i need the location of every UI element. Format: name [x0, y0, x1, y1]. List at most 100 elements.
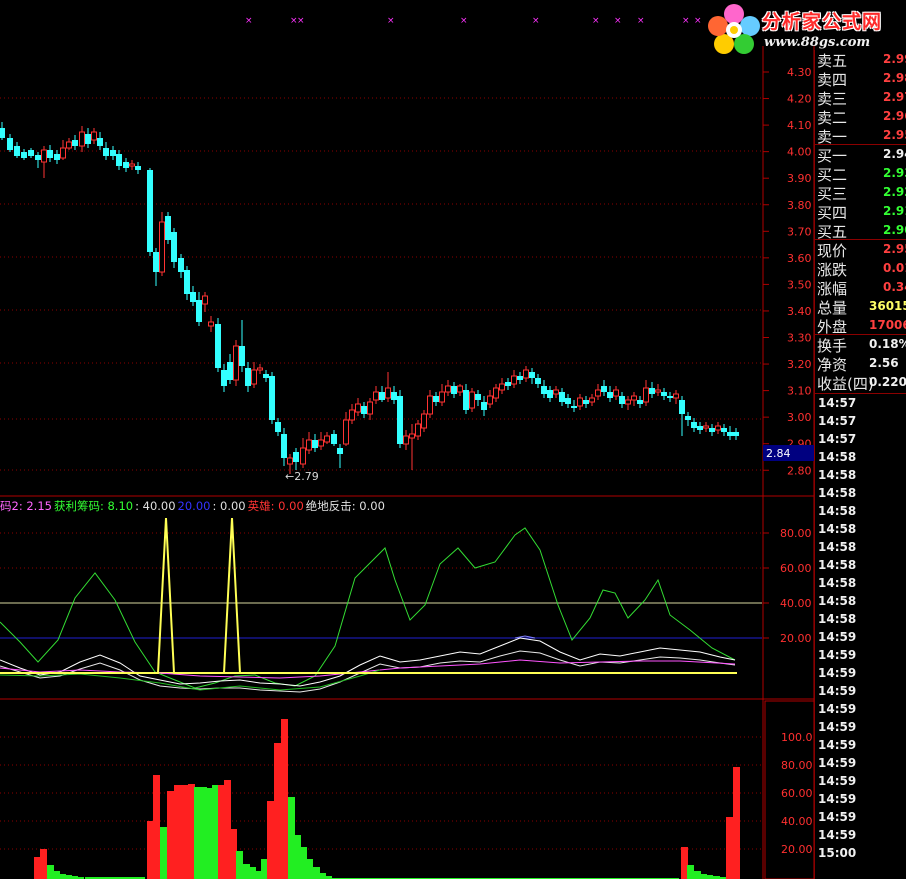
volume-bar [706, 875, 713, 879]
tick-time: 14:58 [818, 612, 857, 626]
volume-axis-label: 40.00 [781, 815, 813, 828]
panel-separator [815, 393, 906, 394]
price-axis-label: 3.40 [787, 305, 812, 318]
volume-bar [174, 785, 181, 879]
quote-row: 卖三 2.97 [815, 88, 906, 108]
tick-time: 14:59 [818, 756, 857, 770]
tick-time: 14:58 [818, 558, 857, 572]
volume-bar [181, 785, 188, 879]
current-price-tag: 2.84 [766, 447, 791, 460]
volume-bar [34, 857, 41, 879]
candle-body-up [202, 295, 208, 305]
candle-body-up [41, 149, 47, 163]
candle-body-up [673, 393, 679, 399]
candle-body-up [385, 387, 391, 399]
quote-label: 净资 [817, 356, 848, 374]
tick-time: 14:59 [818, 810, 857, 824]
candle-body-up [306, 439, 312, 451]
candle-body-down [517, 376, 523, 380]
indicator-axis-label: 20.00 [780, 632, 812, 645]
quote-row: 卖一2.95 [815, 126, 906, 146]
quote-value: 2.56 [869, 356, 899, 370]
candle-body-down [601, 386, 607, 392]
quote-value: 2.95 [883, 128, 906, 142]
candle-body-down [275, 422, 281, 432]
candle-body-up [66, 141, 72, 149]
candle-body-up [233, 345, 239, 381]
tick-time: 14:59 [818, 774, 857, 788]
tick-time: 14:59 [818, 828, 857, 842]
logo-text: 分析家公式网 [762, 11, 883, 33]
quote-row: 涨跌 0.01 [815, 259, 906, 279]
volume-bar [687, 865, 694, 879]
quote-label: 现价 [817, 242, 848, 260]
candle-body-up [439, 391, 445, 403]
tick-time: 14:58 [818, 450, 857, 464]
candle-body-up [300, 447, 306, 465]
tick-row: 14:58 [815, 522, 906, 540]
quote-label: 卖五 [817, 52, 848, 70]
price-axis-label: 4.20 [787, 93, 812, 106]
indicator-lines [0, 517, 762, 693]
volume-bar [230, 829, 237, 879]
signal-marker: × [297, 16, 305, 26]
tick-row: 15:00 [815, 846, 906, 864]
candle-body-down [679, 400, 685, 414]
volume-bar [40, 849, 47, 879]
tick-time: 14:58 [818, 504, 857, 518]
quote-row: 涨幅 0.34% [815, 278, 906, 298]
candle-body-down [153, 252, 159, 272]
candle-body-up [79, 131, 85, 147]
tick-time: 14:58 [818, 522, 857, 536]
candle-body-down [147, 170, 153, 252]
quote-row: 卖四 2.98 [815, 69, 906, 89]
legend-item: 绝地反击: 0.00 [305, 499, 385, 513]
volume-axis-label: 20.00 [781, 843, 813, 856]
quote-row: 卖二 2.96 [815, 107, 906, 127]
volume-axis: 100.0 80.00 60.00 40.00 20.00 [781, 731, 813, 856]
volume-bar [300, 847, 307, 879]
tick-row: 14:59 [815, 648, 906, 666]
quote-label: 卖三 [817, 90, 848, 108]
candle-body-up [60, 147, 66, 159]
signal-markers: × × × × × × × × × × × [245, 16, 702, 26]
candle-body-up [349, 409, 355, 421]
candle-body-down [54, 154, 60, 160]
candle-body-up [715, 425, 721, 431]
tick-row: 14:58 [815, 468, 906, 486]
stock-chart: × × × × × × × × × × × 4.304.204.104.003.903.803.70… [0, 16, 815, 879]
volume-bar [249, 867, 256, 879]
signal-marker: × [637, 16, 645, 26]
tick-row: 14:58 [815, 540, 906, 558]
candle-body-up [403, 435, 409, 445]
quote-value: 0.18% [869, 337, 906, 351]
tick-row: 14:59 [815, 720, 906, 738]
legend-item: : 40.00 [135, 499, 176, 513]
quote-label: 卖四 [817, 71, 848, 89]
signal-marker: × [387, 16, 395, 26]
quote-value: 2.90 [883, 223, 906, 237]
candle-body-down [135, 166, 141, 170]
volume-bar [313, 867, 320, 879]
candle-body-down [221, 370, 227, 386]
volume-bar [218, 785, 225, 879]
volume-bar [267, 801, 274, 879]
candle-body-down [397, 396, 403, 444]
candle-body-down [103, 148, 109, 156]
tick-time: 14:58 [818, 540, 857, 554]
quote-label: 买四 [817, 204, 848, 222]
tick-row: 14:59 [815, 774, 906, 792]
quote-row: 收益(四) 0.220 [815, 373, 906, 393]
volume-bar [694, 871, 701, 879]
tick-row: 14:57 [815, 432, 906, 450]
quote-label: 换手 [817, 337, 848, 355]
tick-time: 14:58 [818, 594, 857, 608]
quote-label: 买三 [817, 185, 848, 203]
quote-value: 2.91 [883, 204, 906, 218]
candle-body-up [251, 369, 257, 385]
quote-value: 2.95 [883, 242, 906, 256]
candle-body-down [481, 402, 487, 410]
indicator-axis-label: 60.00 [780, 562, 812, 575]
tick-time: 14:59 [818, 738, 857, 752]
candle-body-down [47, 150, 53, 158]
